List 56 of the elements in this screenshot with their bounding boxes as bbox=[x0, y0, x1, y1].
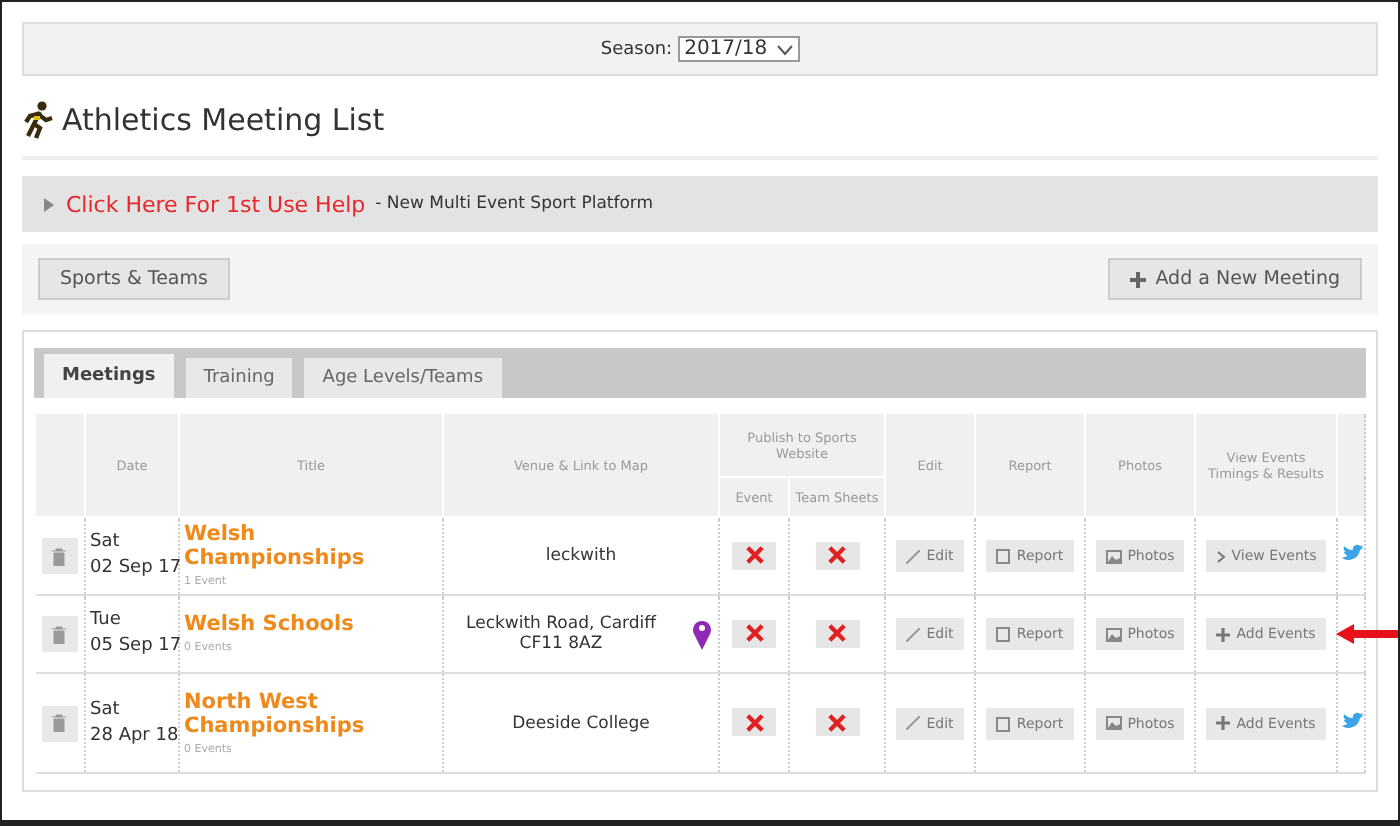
bird-icon[interactable] bbox=[1342, 544, 1365, 562]
expand-caret-icon[interactable] bbox=[42, 197, 56, 211]
clipboard-icon bbox=[996, 715, 1011, 731]
season-label: Season: bbox=[600, 39, 673, 59]
plus-icon bbox=[1216, 627, 1231, 641]
clipboard-icon bbox=[996, 548, 1011, 564]
runner-icon bbox=[22, 100, 54, 140]
venue-text: leckwith bbox=[545, 546, 617, 566]
pencil-icon bbox=[906, 716, 921, 730]
meeting-date: Sat 28 Apr 18 bbox=[90, 699, 179, 745]
unpublished-toggle[interactable] bbox=[815, 541, 859, 570]
cross-icon bbox=[828, 713, 846, 732]
image-icon bbox=[1105, 716, 1122, 730]
chevron-right-icon bbox=[1215, 549, 1226, 563]
help-description: - New Multi Event Sport Platform bbox=[375, 194, 654, 214]
trash-icon bbox=[52, 547, 67, 565]
pencil-icon bbox=[906, 627, 921, 641]
unpublished-toggle[interactable] bbox=[815, 708, 859, 737]
tab[interactable]: Training bbox=[185, 358, 293, 398]
delete-button[interactable] bbox=[41, 705, 78, 741]
pencil-icon bbox=[906, 549, 921, 563]
unpublished-toggle[interactable] bbox=[732, 541, 776, 570]
plus-icon bbox=[1129, 271, 1146, 287]
venue-text: Deeside College bbox=[512, 713, 650, 733]
meeting-title[interactable]: Welsh Championships bbox=[184, 522, 438, 570]
unpublished-toggle[interactable] bbox=[732, 708, 776, 737]
map-pin-icon[interactable] bbox=[691, 618, 711, 650]
meeting-date: Sat 02 Sep 17 bbox=[90, 532, 182, 578]
cross-icon bbox=[828, 546, 846, 565]
help-link[interactable]: Click Here For 1st Use Help bbox=[66, 191, 366, 217]
tab[interactable]: Age Levels/Teams bbox=[304, 358, 502, 398]
chevron-down-icon bbox=[775, 43, 794, 55]
cross-icon bbox=[828, 624, 846, 643]
trash-icon bbox=[52, 714, 67, 732]
cross-icon bbox=[745, 713, 763, 732]
meeting-title[interactable]: Welsh Schools bbox=[184, 612, 438, 636]
clipboard-icon bbox=[996, 626, 1011, 642]
plus-icon bbox=[1216, 716, 1231, 730]
cross-icon bbox=[745, 546, 763, 565]
page-title: Athletics Meeting List bbox=[62, 102, 385, 138]
cross-icon bbox=[745, 624, 763, 643]
sports-teams-button[interactable]: Sports & Teams bbox=[38, 258, 230, 300]
season-select[interactable]: 2017/18 bbox=[678, 36, 800, 62]
delete-button[interactable] bbox=[41, 616, 78, 652]
meeting-date: Tue 05 Sep 17 bbox=[90, 610, 182, 656]
add-meeting-button[interactable]: Add a New Meeting bbox=[1107, 258, 1362, 300]
meeting-title[interactable]: North West Championships bbox=[184, 689, 438, 737]
trash-icon bbox=[52, 625, 67, 643]
image-icon bbox=[1105, 549, 1122, 563]
tab[interactable]: Meetings bbox=[44, 354, 174, 398]
delete-button[interactable] bbox=[41, 538, 78, 574]
unpublished-toggle[interactable] bbox=[732, 619, 776, 648]
unpublished-toggle[interactable] bbox=[815, 619, 859, 648]
venue-text: Leckwith Road, Cardiff CF11 8AZ bbox=[464, 614, 659, 654]
bird-icon[interactable] bbox=[1342, 711, 1365, 729]
image-icon bbox=[1105, 627, 1122, 641]
